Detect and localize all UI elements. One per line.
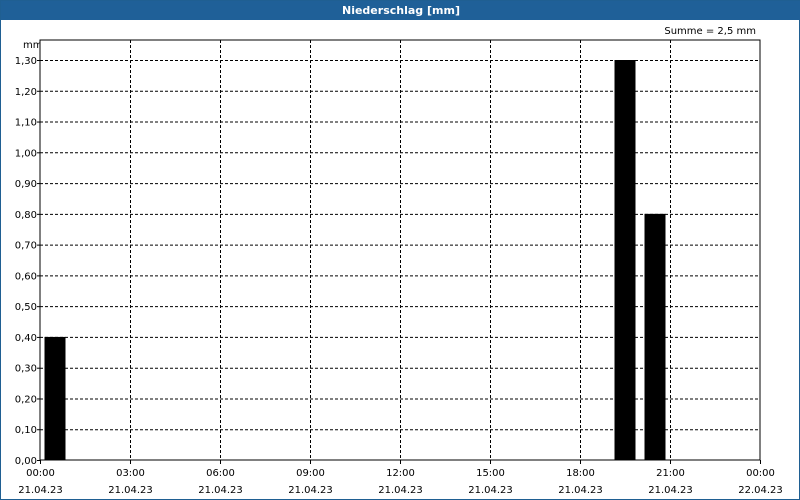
y-tick-label: 1,00	[15, 148, 37, 159]
x-tick-date-label: 21.04.23	[288, 485, 333, 496]
x-tick-date-label: 21.04.23	[18, 485, 63, 496]
x-tick-date-label: 21.04.23	[468, 485, 513, 496]
y-tick-label: 0,30	[15, 364, 37, 375]
x-tick-time-label: 18:00	[566, 468, 595, 479]
x-tick-time-label: 09:00	[296, 468, 325, 479]
x-tick-date-label: 21.04.23	[558, 485, 603, 496]
precipitation-chart: mm Summe = 2,5 mm 0,000,100,200,300,400,…	[15, 26, 783, 496]
y-tick-label: 0,90	[15, 179, 37, 190]
x-tick-date-label: 21.04.23	[648, 485, 693, 496]
y-tick-label: 0,20	[15, 394, 37, 405]
x-tick-time-label: 03:00	[116, 468, 145, 479]
x-tick-time-label: 06:00	[206, 468, 235, 479]
y-tick-label: 0,10	[15, 425, 37, 436]
x-tick-time-label: 00:00	[26, 468, 55, 479]
x-tick-time-label: 00:00	[746, 468, 775, 479]
y-tick-label: 0,80	[15, 210, 37, 221]
x-tick-date-label: 21.04.23	[198, 485, 243, 496]
x-tick-time-label: 12:00	[386, 468, 415, 479]
precipitation-bar	[644, 213, 666, 460]
y-tick-label: 1,20	[15, 87, 37, 98]
precipitation-bar	[614, 60, 636, 460]
y-tick-label: 0,00	[15, 456, 37, 467]
y-tick-label: 0,60	[15, 271, 37, 282]
x-tick-time-label: 15:00	[476, 468, 505, 479]
sum-label: Summe = 2,5 mm	[664, 26, 756, 37]
y-tick-label: 0,70	[15, 241, 37, 252]
y-tick-label: 1,30	[15, 56, 37, 67]
y-tick-label: 0,40	[15, 333, 37, 344]
x-tick-time-label: 21:00	[656, 468, 685, 479]
precipitation-bar	[44, 336, 66, 460]
y-tick-label: 1,10	[15, 118, 37, 129]
x-tick-date-label: 22.04.23	[738, 485, 783, 496]
x-tick-date-label: 21.04.23	[378, 485, 423, 496]
y-tick-label: 0,50	[15, 302, 37, 313]
x-tick-date-label: 21.04.23	[108, 485, 153, 496]
